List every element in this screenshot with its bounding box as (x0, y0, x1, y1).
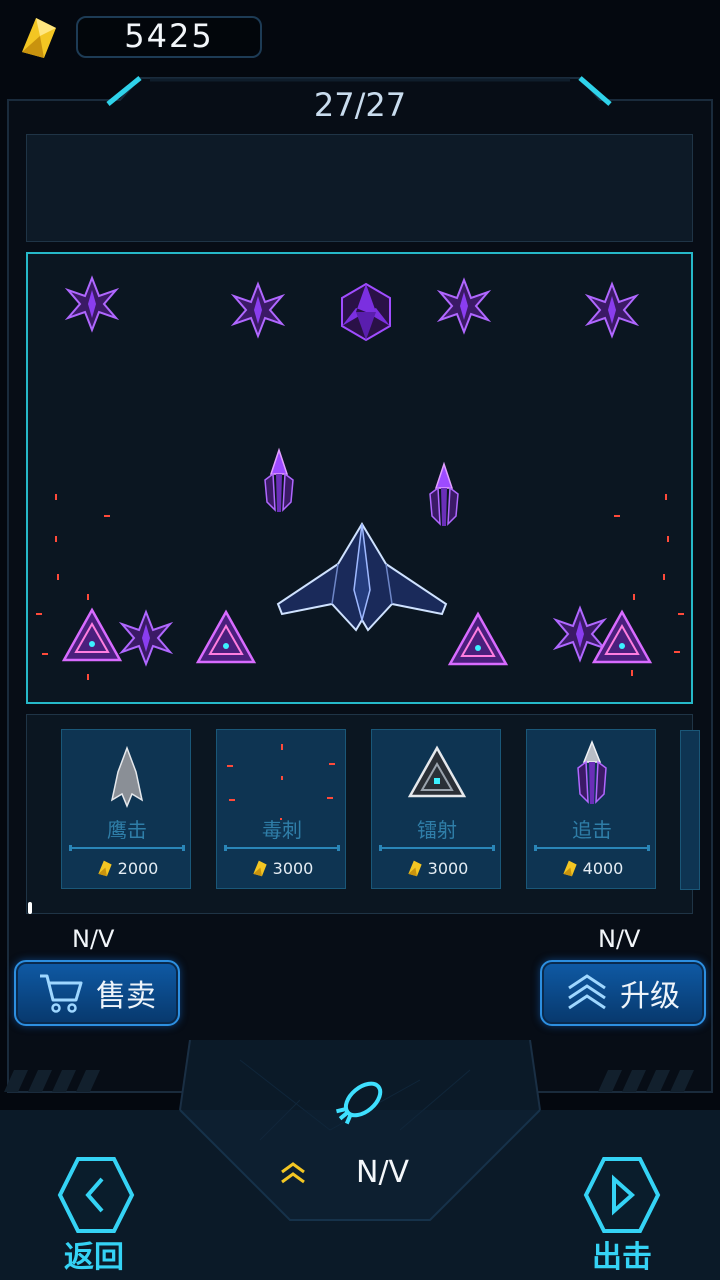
shop-card-pursuit[interactable]: 追击 4000 (526, 729, 656, 889)
gold-crystal-icon (407, 860, 422, 877)
gold-crystal-icon (22, 18, 56, 58)
upgrade-label: 升级 (620, 979, 680, 1014)
card-divider (379, 845, 495, 851)
sell-button[interactable]: 售卖 (14, 960, 180, 1026)
cart-icon (40, 974, 83, 1013)
price-row: 2000 (62, 856, 192, 880)
shop-item-price: 4000 (582, 858, 624, 878)
laser-icon (407, 745, 467, 798)
weapon-shop-strip[interactable]: 鹰击 2000 毒刺 3000 镭射 3000 追击 4000 (26, 714, 693, 914)
upgrade-button[interactable]: 升级 (540, 960, 706, 1026)
shop-scrollbar[interactable] (28, 902, 32, 914)
shop-item-name: 镭射 (417, 818, 457, 842)
rank-chevrons-icon (281, 1162, 305, 1184)
shop-item-price: 3000 (427, 858, 469, 878)
price-row: 3000 (372, 856, 502, 880)
gold-crystal-icon (97, 860, 112, 877)
hawk-strike-icon (110, 745, 144, 808)
shop-card-partial[interactable] (680, 730, 700, 890)
bomb-icon (336, 1081, 383, 1125)
sell-label: 售卖 (96, 979, 156, 1014)
shop-card-venom-sting[interactable]: 毒刺 3000 (216, 729, 346, 889)
card-divider (69, 845, 185, 851)
shop-item-name: 鹰击 (107, 818, 147, 842)
shop-item-name: 追击 (572, 818, 612, 842)
card-divider (534, 845, 650, 851)
price-row: 4000 (527, 856, 657, 880)
upgrade-value: N/V (598, 925, 641, 953)
back-button[interactable] (56, 1155, 136, 1235)
shop-item-name: 毒刺 (262, 818, 302, 842)
preview-scene (36, 277, 684, 680)
shop-card-hawk-strike[interactable]: 鹰击 2000 (61, 729, 191, 889)
back-label[interactable]: 返回 (64, 1232, 124, 1276)
ship-counter: 27/27 (313, 86, 407, 124)
ship-preview (26, 252, 693, 704)
level-value: N/V (356, 1155, 410, 1190)
shop-item-price: 3000 (272, 858, 314, 878)
deploy-button[interactable] (582, 1155, 662, 1235)
shop-item-price: 2000 (117, 858, 159, 878)
venom-sting-icon (227, 744, 335, 820)
pursuit-icon (577, 740, 607, 804)
card-divider (224, 845, 340, 851)
gold-crystal-icon (562, 860, 577, 877)
upgrade-chevrons-icon (568, 974, 606, 1010)
shop-card-laser[interactable]: 镭射 3000 (371, 729, 501, 889)
info-panel (26, 134, 693, 242)
deploy-label[interactable]: 出击 (592, 1232, 652, 1276)
price-row: 3000 (217, 856, 347, 880)
sell-value: N/V (72, 925, 115, 953)
currency-amount: 5425 (124, 17, 214, 55)
gold-crystal-icon (252, 860, 267, 877)
